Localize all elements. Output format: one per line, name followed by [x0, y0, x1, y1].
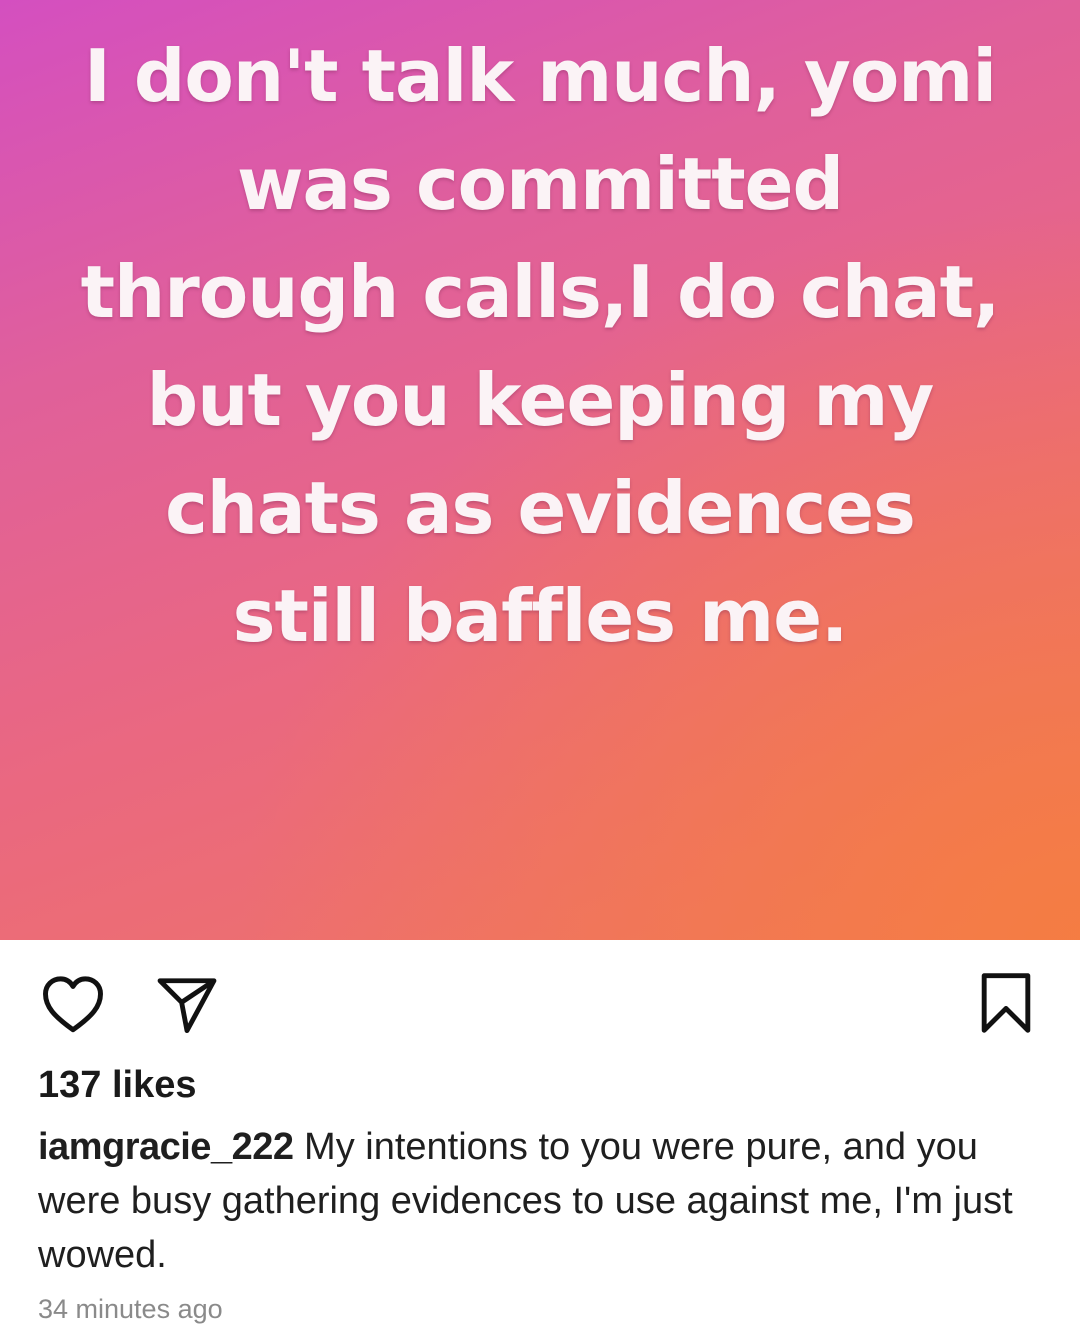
share-button[interactable]	[154, 974, 220, 1036]
image-text-line: chats as evidences	[165, 466, 916, 550]
image-text-line: but you keeping my	[146, 358, 935, 442]
image-text-line: I don't talk much, yomi	[83, 34, 997, 118]
image-text-line: was committed	[236, 142, 844, 226]
save-button[interactable]	[976, 970, 1036, 1036]
image-text-line: still baffles me.	[232, 574, 849, 658]
image-text-line: through calls,I do chat,	[80, 250, 1001, 334]
heart-icon	[43, 976, 103, 1033]
bookmark-icon	[981, 973, 1031, 1033]
likes-count[interactable]: 137 likes	[38, 1062, 196, 1108]
post-caption: iamgracie_222 My intentions to you were …	[38, 1120, 1038, 1282]
post-image-text: I don't talk much, yomi was committed th…	[40, 22, 1040, 670]
post-image[interactable]: I don't talk much, yomi was committed th…	[0, 0, 1080, 940]
like-button[interactable]	[40, 972, 106, 1038]
instagram-post: I don't talk much, yomi was committed th…	[0, 0, 1080, 1340]
post-timestamp: 34 minutes ago	[38, 1294, 223, 1324]
caption-username[interactable]: iamgracie_222	[38, 1126, 294, 1168]
post-actions-bar	[0, 940, 1080, 1060]
paper-plane-icon	[157, 978, 217, 1034]
